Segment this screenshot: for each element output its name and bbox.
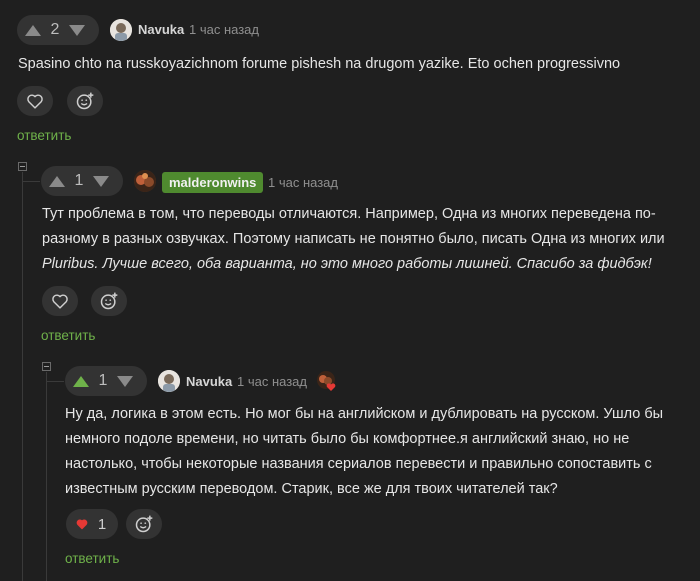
score: 1: [98, 372, 108, 389]
score: 1: [74, 172, 84, 189]
avatar[interactable]: [158, 370, 180, 392]
thread-branch: [22, 181, 40, 182]
collapse-toggle-2[interactable]: [42, 362, 51, 371]
author-liked-icon: [316, 370, 338, 392]
text-line: Pluribus. Лучше всего, оба варианта, но …: [42, 256, 652, 272]
text-line: Ну да, логика в этом есть. Но мог бы на …: [65, 406, 664, 422]
timestamp[interactable]: 1 час назад: [268, 175, 338, 190]
like-count: 1: [97, 515, 107, 533]
avatar-image-icon: [134, 170, 156, 192]
score: 2: [50, 21, 60, 38]
avatar[interactable]: [134, 170, 156, 192]
timestamp[interactable]: 1 час назад: [237, 374, 307, 389]
like-button[interactable]: [17, 86, 53, 116]
upvote-button[interactable]: [49, 175, 65, 187]
author-avatar-heart-icon: [317, 371, 336, 391]
upvote-button[interactable]: [25, 24, 41, 36]
text-line: разному в разных озвучках. Поэтому напис…: [42, 231, 665, 247]
vote-box: 1: [41, 166, 123, 196]
vote-box: 2: [17, 15, 99, 45]
comment-text: Ну да, логика в этом есть. Но мог бы на …: [65, 402, 685, 502]
thread-branch: [46, 381, 64, 382]
vote-box: 1: [65, 366, 147, 396]
avatar-image-icon: [158, 370, 180, 392]
add-reaction-button[interactable]: [67, 86, 103, 116]
add-emoji-icon: [100, 292, 118, 310]
add-emoji-icon: [76, 92, 94, 110]
author-name[interactable]: Navuka: [138, 22, 184, 37]
text-line: Тут проблема в том, что переводы отличаю…: [42, 206, 656, 222]
author-name[interactable]: malderonwins: [162, 172, 264, 193]
downvote-button[interactable]: [93, 175, 109, 187]
thread-line-1: [22, 172, 23, 581]
like-button[interactable]: 1: [66, 509, 118, 539]
add-reaction-button[interactable]: [91, 286, 127, 316]
avatar-image-icon: [110, 19, 132, 41]
text-line: немного подоле времени, но читать было б…: [65, 431, 630, 447]
avatar[interactable]: [110, 19, 132, 41]
collapse-toggle-1[interactable]: [18, 162, 27, 171]
heart-filled-icon: [76, 519, 88, 530]
heart-icon: [52, 294, 68, 309]
downvote-button[interactable]: [69, 24, 85, 36]
add-reaction-button[interactable]: [126, 509, 162, 539]
upvote-button[interactable]: [73, 375, 89, 387]
comment-text: Тут проблема в том, что переводы отличаю…: [42, 202, 682, 277]
comment-text: Spasino chto na russkoyazichnom forume p…: [18, 56, 621, 72]
heart-icon: [27, 94, 43, 109]
reply-link[interactable]: ответить: [17, 128, 71, 143]
text-line: настолько, чтобы некоторые названия сери…: [65, 456, 652, 472]
thread-line-2: [46, 372, 47, 581]
add-emoji-icon: [135, 515, 153, 533]
like-button[interactable]: [42, 286, 78, 316]
reply-link[interactable]: ответить: [41, 328, 95, 343]
text-line: известным русским переводом. Старик, все…: [65, 481, 558, 497]
author-name[interactable]: Navuka: [186, 374, 232, 389]
reply-link[interactable]: ответить: [65, 551, 119, 566]
timestamp[interactable]: 1 час назад: [189, 22, 259, 37]
downvote-button[interactable]: [117, 375, 133, 387]
